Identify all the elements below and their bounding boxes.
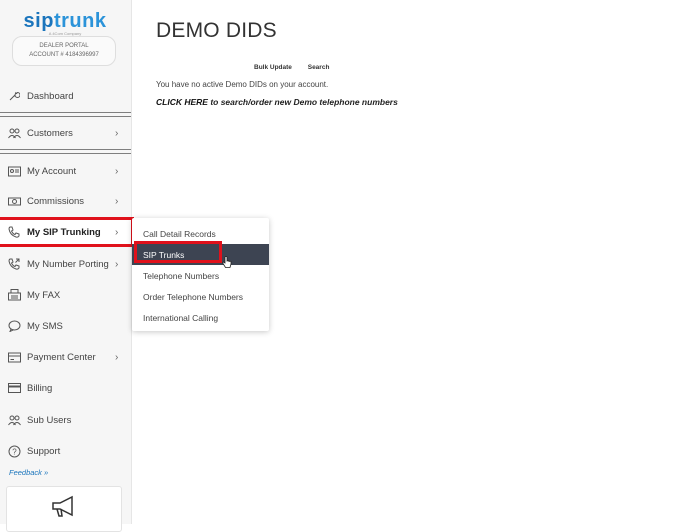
bulk-update-link[interactable]: Bulk Update: [254, 64, 292, 71]
sidebar-item-customers[interactable]: Customers ›: [0, 121, 131, 145]
sidebar-item-label: My Number Porting: [27, 258, 109, 270]
users-icon: [7, 413, 21, 427]
sidebar-item-billing[interactable]: Billing: [0, 376, 131, 400]
payment-icon: [7, 350, 21, 364]
dealer-portal-badge: DEALER PORTAL ACCOUNT # 4184396997: [12, 36, 116, 66]
sidebar-item-my-sms[interactable]: My SMS: [0, 314, 131, 338]
sidebar: siptrunk A 4Com Company DEALER PORTAL AC…: [0, 0, 134, 532]
submenu-item-order-telephone-numbers[interactable]: Order Telephone Numbers: [132, 286, 269, 307]
fax-icon: [7, 288, 21, 302]
svg-text:?: ?: [12, 447, 17, 456]
submenu-item-label: Order Telephone Numbers: [143, 291, 244, 302]
order-cta: CLICK HERE to search/order new Demo tele…: [156, 97, 398, 107]
sidebar-item-label: Support: [27, 445, 61, 457]
sidebar-item-label: Billing: [27, 382, 53, 394]
submenu-item-sip-trunks[interactable]: SIP Trunks: [132, 244, 269, 265]
sidebar-item-label: My SMS: [27, 320, 63, 332]
card-icon: [7, 381, 21, 395]
logo-text: siptrunk: [23, 10, 107, 32]
sidebar-item-sub-users[interactable]: Sub Users: [0, 408, 131, 432]
account-number: ACCOUNT # 4184396997: [29, 52, 99, 58]
sidebar-item-label: Customers: [27, 127, 73, 139]
sip-trunking-submenu: Call Detail Records SIP Trunks Telephone…: [132, 218, 269, 331]
chevron-right-icon: ›: [115, 127, 119, 139]
sidebar-item-label: My SIP Trunking: [27, 226, 101, 238]
sip-trunk-logo[interactable]: siptrunk A 4Com Company: [22, 10, 108, 36]
sidebar-item-label: Dashboard: [27, 90, 74, 102]
chevron-right-icon: ›: [115, 195, 119, 207]
chat-icon: [7, 319, 21, 333]
sidebar-item-payment-center[interactable]: Payment Center ›: [0, 345, 131, 369]
empty-state-message: You have no active Demo DIDs on your acc…: [156, 80, 329, 89]
submenu-item-call-detail-records[interactable]: Call Detail Records: [132, 223, 269, 244]
sidebar-item-label: My FAX: [27, 289, 61, 301]
sidebar-item-label: Commissions: [27, 195, 85, 207]
divider: [0, 149, 131, 154]
chevron-right-icon: ›: [115, 258, 119, 270]
dealer-portal-label: DEALER PORTAL: [39, 43, 89, 49]
submenu-item-label: Telephone Numbers: [143, 270, 220, 281]
submenu-item-label: Call Detail Records: [143, 228, 216, 239]
hand-cursor-icon: [222, 256, 232, 274]
sidebar-item-commissions[interactable]: Commissions ›: [0, 189, 131, 213]
sidebar-item-my-fax[interactable]: My FAX: [0, 283, 131, 307]
action-links: Bulk Update Search: [254, 64, 343, 71]
submenu-item-telephone-numbers[interactable]: Telephone Numbers: [132, 265, 269, 286]
divider: [0, 112, 131, 117]
submenu-item-label: International Calling: [143, 312, 219, 323]
megaphone-icon: [50, 495, 78, 524]
id-card-icon: [7, 164, 21, 178]
sidebar-item-my-sip-trunking[interactable]: My SIP Trunking ›: [0, 217, 134, 247]
feedback-link[interactable]: Feedback »: [9, 468, 48, 477]
users-icon: [7, 126, 21, 140]
search-link[interactable]: Search: [308, 64, 330, 71]
promo-banner[interactable]: [6, 486, 122, 532]
chevron-right-icon: ›: [115, 165, 119, 177]
sidebar-item-label: My Account: [27, 165, 77, 177]
submenu-item-label: SIP Trunks: [143, 249, 185, 260]
help-icon: ?: [7, 444, 21, 458]
sidebar-item-my-number-porting[interactable]: My Number Porting ›: [0, 252, 131, 276]
cta-text: to search/order new Demo telephone numbe…: [207, 97, 398, 107]
phone-forward-icon: [7, 257, 21, 271]
click-here-link[interactable]: CLICK HERE: [156, 97, 208, 107]
sidebar-item-dashboard[interactable]: Dashboard: [0, 84, 131, 108]
sidebar-item-label: Payment Center: [27, 351, 96, 363]
chevron-right-icon: ›: [115, 226, 119, 238]
sidebar-item-my-account[interactable]: My Account ›: [0, 159, 131, 183]
submenu-item-international-calling[interactable]: International Calling: [132, 307, 269, 328]
money-icon: [7, 194, 21, 208]
page-title: DEMO DIDS: [156, 19, 277, 42]
phone-icon: [7, 225, 21, 239]
wrench-icon: [7, 89, 21, 103]
sidebar-item-label: Sub Users: [27, 414, 72, 426]
sidebar-item-support[interactable]: ? Support: [0, 439, 131, 463]
chevron-right-icon: ›: [115, 351, 119, 363]
